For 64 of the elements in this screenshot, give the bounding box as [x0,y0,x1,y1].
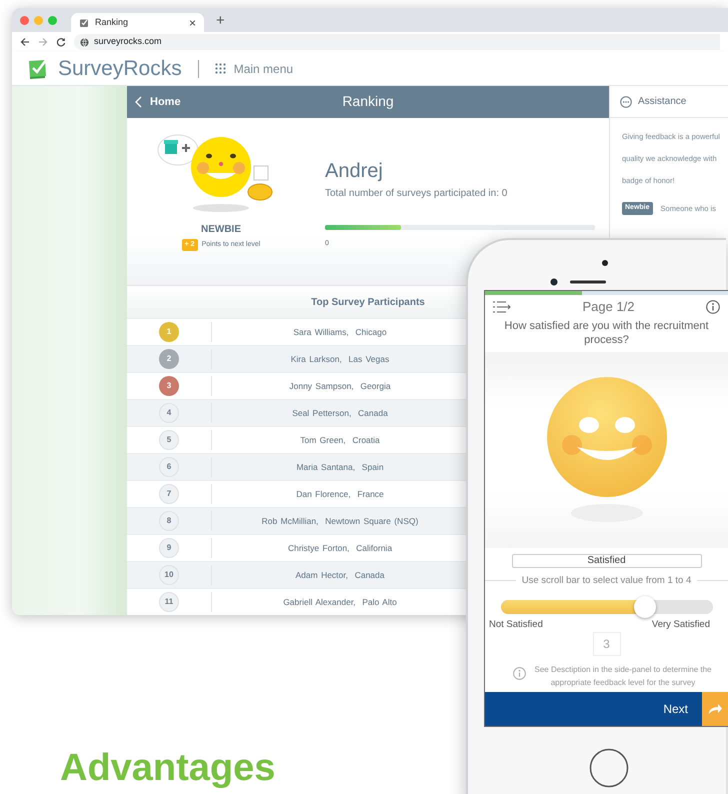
share-arrow-icon [708,703,722,715]
brand-name: SurveyRocks [58,56,182,82]
more-icon[interactable] [620,96,632,108]
participant-name: Jonny Sampson, Georgia [289,380,391,392]
max-label: Very Satisfied [652,618,710,632]
participant-name: Gabriell Alexander, Palo Alto [283,596,397,608]
url-text: surveyrocks.com [94,35,162,48]
participant-name: Sara Williams, Chicago [293,326,387,338]
grid-menu-icon[interactable] [214,63,226,74]
rank-badge: 10 [159,565,179,585]
rank-badge: 8 [159,511,179,531]
participant-name: Adam Hector, Canada [296,568,384,582]
rank-badge: 7 [159,484,179,504]
new-tab-button[interactable]: + [210,12,231,28]
tab-title: Ranking [95,16,128,29]
reload-icon[interactable] [56,37,66,47]
slider-thumb[interactable] [634,596,656,618]
info-icon[interactable] [706,300,720,314]
forward-icon[interactable] [38,37,48,47]
page-title: Ranking [342,92,394,112]
back-icon[interactable] [20,37,30,47]
table-heading: Top Survey Participants [311,296,425,310]
answer-field[interactable]: Satisfied [512,554,702,568]
rank-badge: 5 [159,430,179,450]
question-text: How satisfied are you with the recruitment process? [503,319,710,348]
forward-button[interactable] [702,692,728,726]
section-heading: Advantages [60,748,276,790]
rank-badge: 1 [159,322,179,342]
participant-name: Rob McMillian, Newtown Square (NSQ) [262,514,418,528]
address-bar[interactable]: surveyrocks.com [74,34,720,50]
next-button[interactable]: Next [649,700,702,718]
rank-badge: 6 [159,457,179,477]
close-tab-button[interactable]: × [188,16,196,28]
survey-count-text: Total number of surveys participated in: 0 [325,186,508,201]
participant-name: Dan Florence, France [296,488,384,500]
participant-name: Tom Green, Croatia [300,434,380,446]
rank-badge: 4 [159,403,179,423]
globe-icon [80,38,89,46]
rank-badge: 3 [159,376,179,396]
menu-icon[interactable] [493,301,511,313]
value-box: 3 [592,632,620,656]
camera-icon [602,260,608,266]
panel-title: Assistance [638,95,686,109]
note-text: See Desctiption in the side-panel to determine the appropriate feedback level for the survey [534,664,712,689]
participant-name: Kira Larkson, Las Vegas [290,352,390,366]
participant-name: Seal Petterson, Canada [292,406,388,420]
user-name: Andrej [325,160,384,182]
favicon-icon [79,18,89,28]
chevron-left-icon [135,96,142,108]
browser-tab[interactable]: Ranking × [71,13,204,32]
home-button[interactable] [589,748,629,788]
rank-badge: 11 [159,592,179,612]
participant-name: Christye Forton, California [288,542,392,554]
speaker-drawing [550,278,606,286]
min-label: Not Satisfied [489,618,543,632]
info-icon [513,667,526,680]
page-indicator: Page 1/2 [582,298,635,316]
level-name: NEWBIE [201,222,241,237]
participant-name: Maria Santana, Spain [296,460,384,474]
home-back-link[interactable]: Home [127,94,181,110]
close-window-icon[interactable] [20,16,29,24]
hint-text: Use scroll bar to select value from 1 to 4 [522,574,692,588]
rank-badge: 2 [159,349,179,369]
rank-badge: 9 [159,538,179,558]
